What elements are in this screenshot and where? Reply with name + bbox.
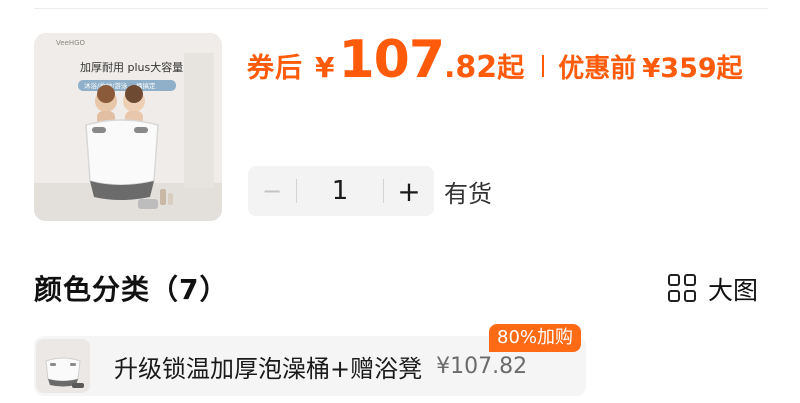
color-category-title: 颜色分类（7）	[34, 273, 229, 306]
big-view-toggle[interactable]: 大图	[668, 271, 758, 307]
variant-name: 升级锁温加厚泡澡桶+赠浴凳	[114, 354, 423, 383]
coupon-price-label: 券后	[247, 53, 303, 84]
decrease-button[interactable]: −	[248, 166, 296, 216]
product-image[interactable]: VeeHGO 加厚耐用 plus大容量 沐浴/收纳/游泳 一桶搞定	[34, 33, 222, 221]
price-suffix: 起	[497, 53, 525, 84]
quantity-stepper[interactable]: − 1 +	[248, 166, 434, 216]
image-subline: 沐浴/收纳/游泳 一桶搞定	[84, 81, 156, 90]
top-divider	[34, 8, 768, 9]
price-decimal: .82	[444, 50, 498, 85]
price-integer: 107	[338, 30, 445, 90]
original-price-label: 优惠前	[558, 54, 637, 84]
stock-status: 有货	[444, 180, 492, 208]
price-separator	[542, 55, 545, 77]
add-to-cart-rate-badge: 80%加购	[489, 324, 582, 352]
variant-price: ¥107.82	[436, 353, 528, 379]
image-headline: 加厚耐用 plus大容量	[80, 60, 183, 74]
original-price-value: 359	[660, 53, 717, 84]
original-price-suffix: 起	[716, 54, 743, 84]
big-view-label: 大图	[708, 276, 759, 305]
quantity-input[interactable]: 1	[297, 176, 383, 206]
increase-button[interactable]: +	[384, 166, 434, 216]
price-row: 券后 ¥ 107 .82 起 优惠前 ¥ 359 起	[247, 30, 743, 94]
currency-symbol: ¥	[315, 51, 335, 84]
grid-icon	[668, 274, 698, 304]
variant-thumbnail	[36, 339, 90, 393]
tub-product-photo: VeeHGO 加厚耐用 plus大容量 沐浴/收纳/游泳 一桶搞定	[34, 33, 222, 221]
original-currency-symbol: ¥	[642, 54, 661, 84]
brand-text: VeeHGO	[56, 39, 86, 47]
